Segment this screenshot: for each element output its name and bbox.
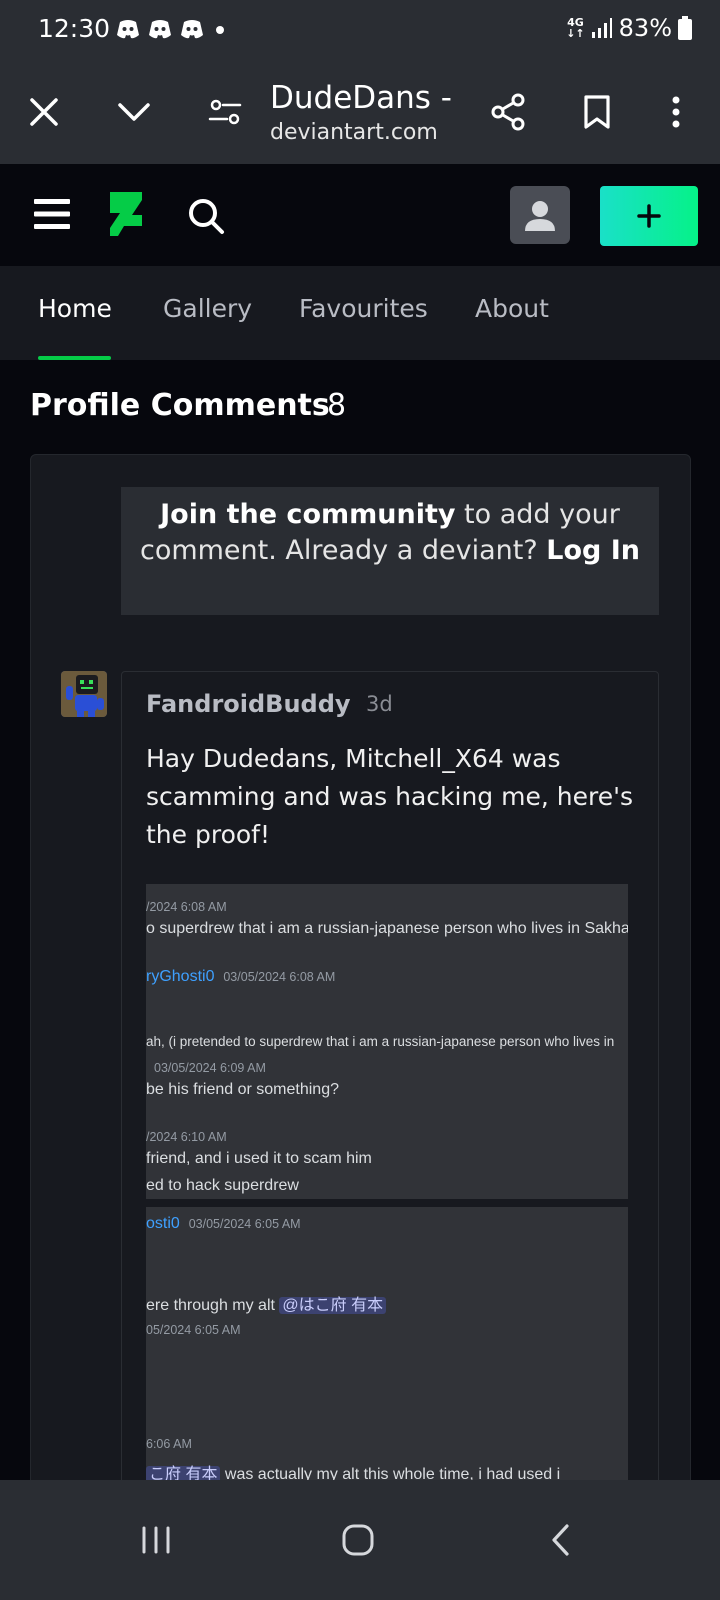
discord-icon	[117, 20, 139, 39]
bookmark-icon	[584, 95, 610, 129]
bookmark-button[interactable]	[573, 88, 621, 136]
discord-message: friend, and i used it to scam him	[146, 1150, 372, 1167]
discord-timestamp: /2024 6:10 AM	[146, 1130, 227, 1144]
system-nav-bar	[0, 1480, 720, 1600]
browser-toolbar: DudeDans - ... deviantart.com	[0, 60, 720, 164]
battery-icon	[678, 16, 692, 40]
network-type: 4G ↓↑	[566, 16, 585, 40]
discord-timestamp: 6:06 AM	[146, 1437, 192, 1451]
discord-message: ed to hack superdrew	[146, 1177, 299, 1194]
comment-username[interactable]: FandroidBuddy	[146, 690, 351, 718]
discord-username: osti0	[146, 1215, 180, 1232]
comment-image-1[interactable]: /2024 6:08 AM o superdrew that i am a ru…	[146, 884, 628, 1199]
plus-icon	[637, 204, 661, 228]
signal-icon	[591, 18, 612, 38]
share-icon	[491, 93, 525, 131]
discord-message: こ府 有本 was actually my alt this whole tim…	[146, 1460, 560, 1480]
site-header	[0, 164, 720, 266]
menu-icon	[34, 199, 70, 229]
profile-button[interactable]	[510, 186, 570, 244]
notification-icons	[116, 18, 204, 40]
recents-icon	[142, 1526, 170, 1554]
home-button[interactable]	[328, 1512, 388, 1568]
comment-image-2[interactable]: osti0 03/05/2024 6:05 AM ere through my …	[146, 1207, 628, 1480]
status-bar: 12:30 4G ↓↑ 83%	[0, 0, 720, 60]
discord-timestamp: /2024 6:08 AM	[146, 900, 227, 914]
page-title[interactable]: DudeDans - ...	[270, 80, 460, 116]
tab-home[interactable]: Home	[38, 294, 112, 323]
avatar[interactable]	[61, 671, 107, 717]
discord-timestamp: 05/2024 6:05 AM	[146, 1323, 241, 1337]
close-icon	[30, 98, 58, 126]
back-button[interactable]	[530, 1512, 590, 1568]
recents-button[interactable]	[126, 1512, 186, 1568]
tab-gallery[interactable]: Gallery	[163, 294, 252, 323]
tab-favourites[interactable]: Favourites	[299, 294, 428, 323]
site-settings-button[interactable]	[201, 88, 249, 136]
robot-avatar-icon	[61, 671, 107, 717]
user-mention: @はこ府 有本	[279, 1297, 387, 1314]
more-notifications-dot	[216, 26, 224, 34]
join-community-link[interactable]: Join the community	[160, 499, 455, 530]
user-mention: こ府 有本	[146, 1466, 221, 1480]
discord-message: ah, (i pretended to superdrew that i am …	[146, 1034, 615, 1049]
comment: FandroidBuddy 3d Hay Dudedans, Mitchell_…	[121, 671, 659, 1480]
discord-timestamp: 03/05/2024 6:09 AM	[154, 1061, 266, 1075]
back-icon	[552, 1524, 569, 1556]
section-title: Profile Comments	[30, 388, 330, 423]
close-tab-button[interactable]	[20, 88, 68, 136]
main-content: Profile Comments 8 Join the community to…	[0, 360, 720, 1480]
tab-about[interactable]: About	[475, 294, 549, 323]
avatar-icon	[525, 201, 555, 231]
menu-button[interactable]	[30, 194, 74, 234]
login-link[interactable]: Log In	[546, 535, 640, 566]
search-icon	[189, 199, 224, 234]
discord-message-header: osti0 03/05/2024 6:05 AM	[146, 1215, 301, 1233]
minimize-tab-button[interactable]	[110, 88, 158, 136]
page-domain[interactable]: deviantart.com	[270, 120, 438, 145]
discord-timestamp: 03/05/2024 6:05 AM	[188, 1217, 301, 1231]
discord-message: ere through my alt @はこ府 有本	[146, 1291, 387, 1315]
status-time: 12:30	[38, 14, 111, 43]
discord-message-header: ryGhosti0 03/05/2024 6:08 AM	[146, 968, 335, 986]
battery-percent: 83%	[618, 14, 672, 42]
discord-username: ryGhosti0	[146, 968, 215, 985]
deviantart-logo	[110, 192, 142, 236]
deviantart-logo-link[interactable]	[106, 188, 146, 240]
status-right: 4G ↓↑ 83%	[566, 14, 692, 42]
search-button[interactable]	[184, 194, 228, 238]
comment-time[interactable]: 3d	[366, 692, 393, 716]
comment-text: Hay Dudedans, Mitchell_X64 was scamming …	[146, 744, 633, 849]
discord-icon	[181, 20, 203, 39]
comment-count: 8	[327, 388, 347, 423]
share-button[interactable]	[484, 88, 532, 136]
discord-timestamp: 03/05/2024 6:08 AM	[223, 970, 336, 984]
join-prompt: Join the community to add your comment. …	[121, 487, 659, 615]
comments-card: Join the community to add your comment. …	[30, 454, 691, 1480]
discord-message: o superdrew that i am a russian-japanese…	[146, 920, 628, 937]
discord-icon	[149, 20, 171, 39]
home-icon	[342, 1524, 374, 1556]
profile-tabs: Home Gallery Favourites About	[0, 266, 720, 360]
submit-button[interactable]	[600, 186, 698, 246]
site-settings-icon	[208, 99, 242, 125]
discord-message: be his friend or something?	[146, 1081, 339, 1098]
more-vert-icon	[672, 96, 680, 128]
more-options-button[interactable]	[652, 88, 700, 136]
chevron-down-icon	[118, 103, 150, 121]
